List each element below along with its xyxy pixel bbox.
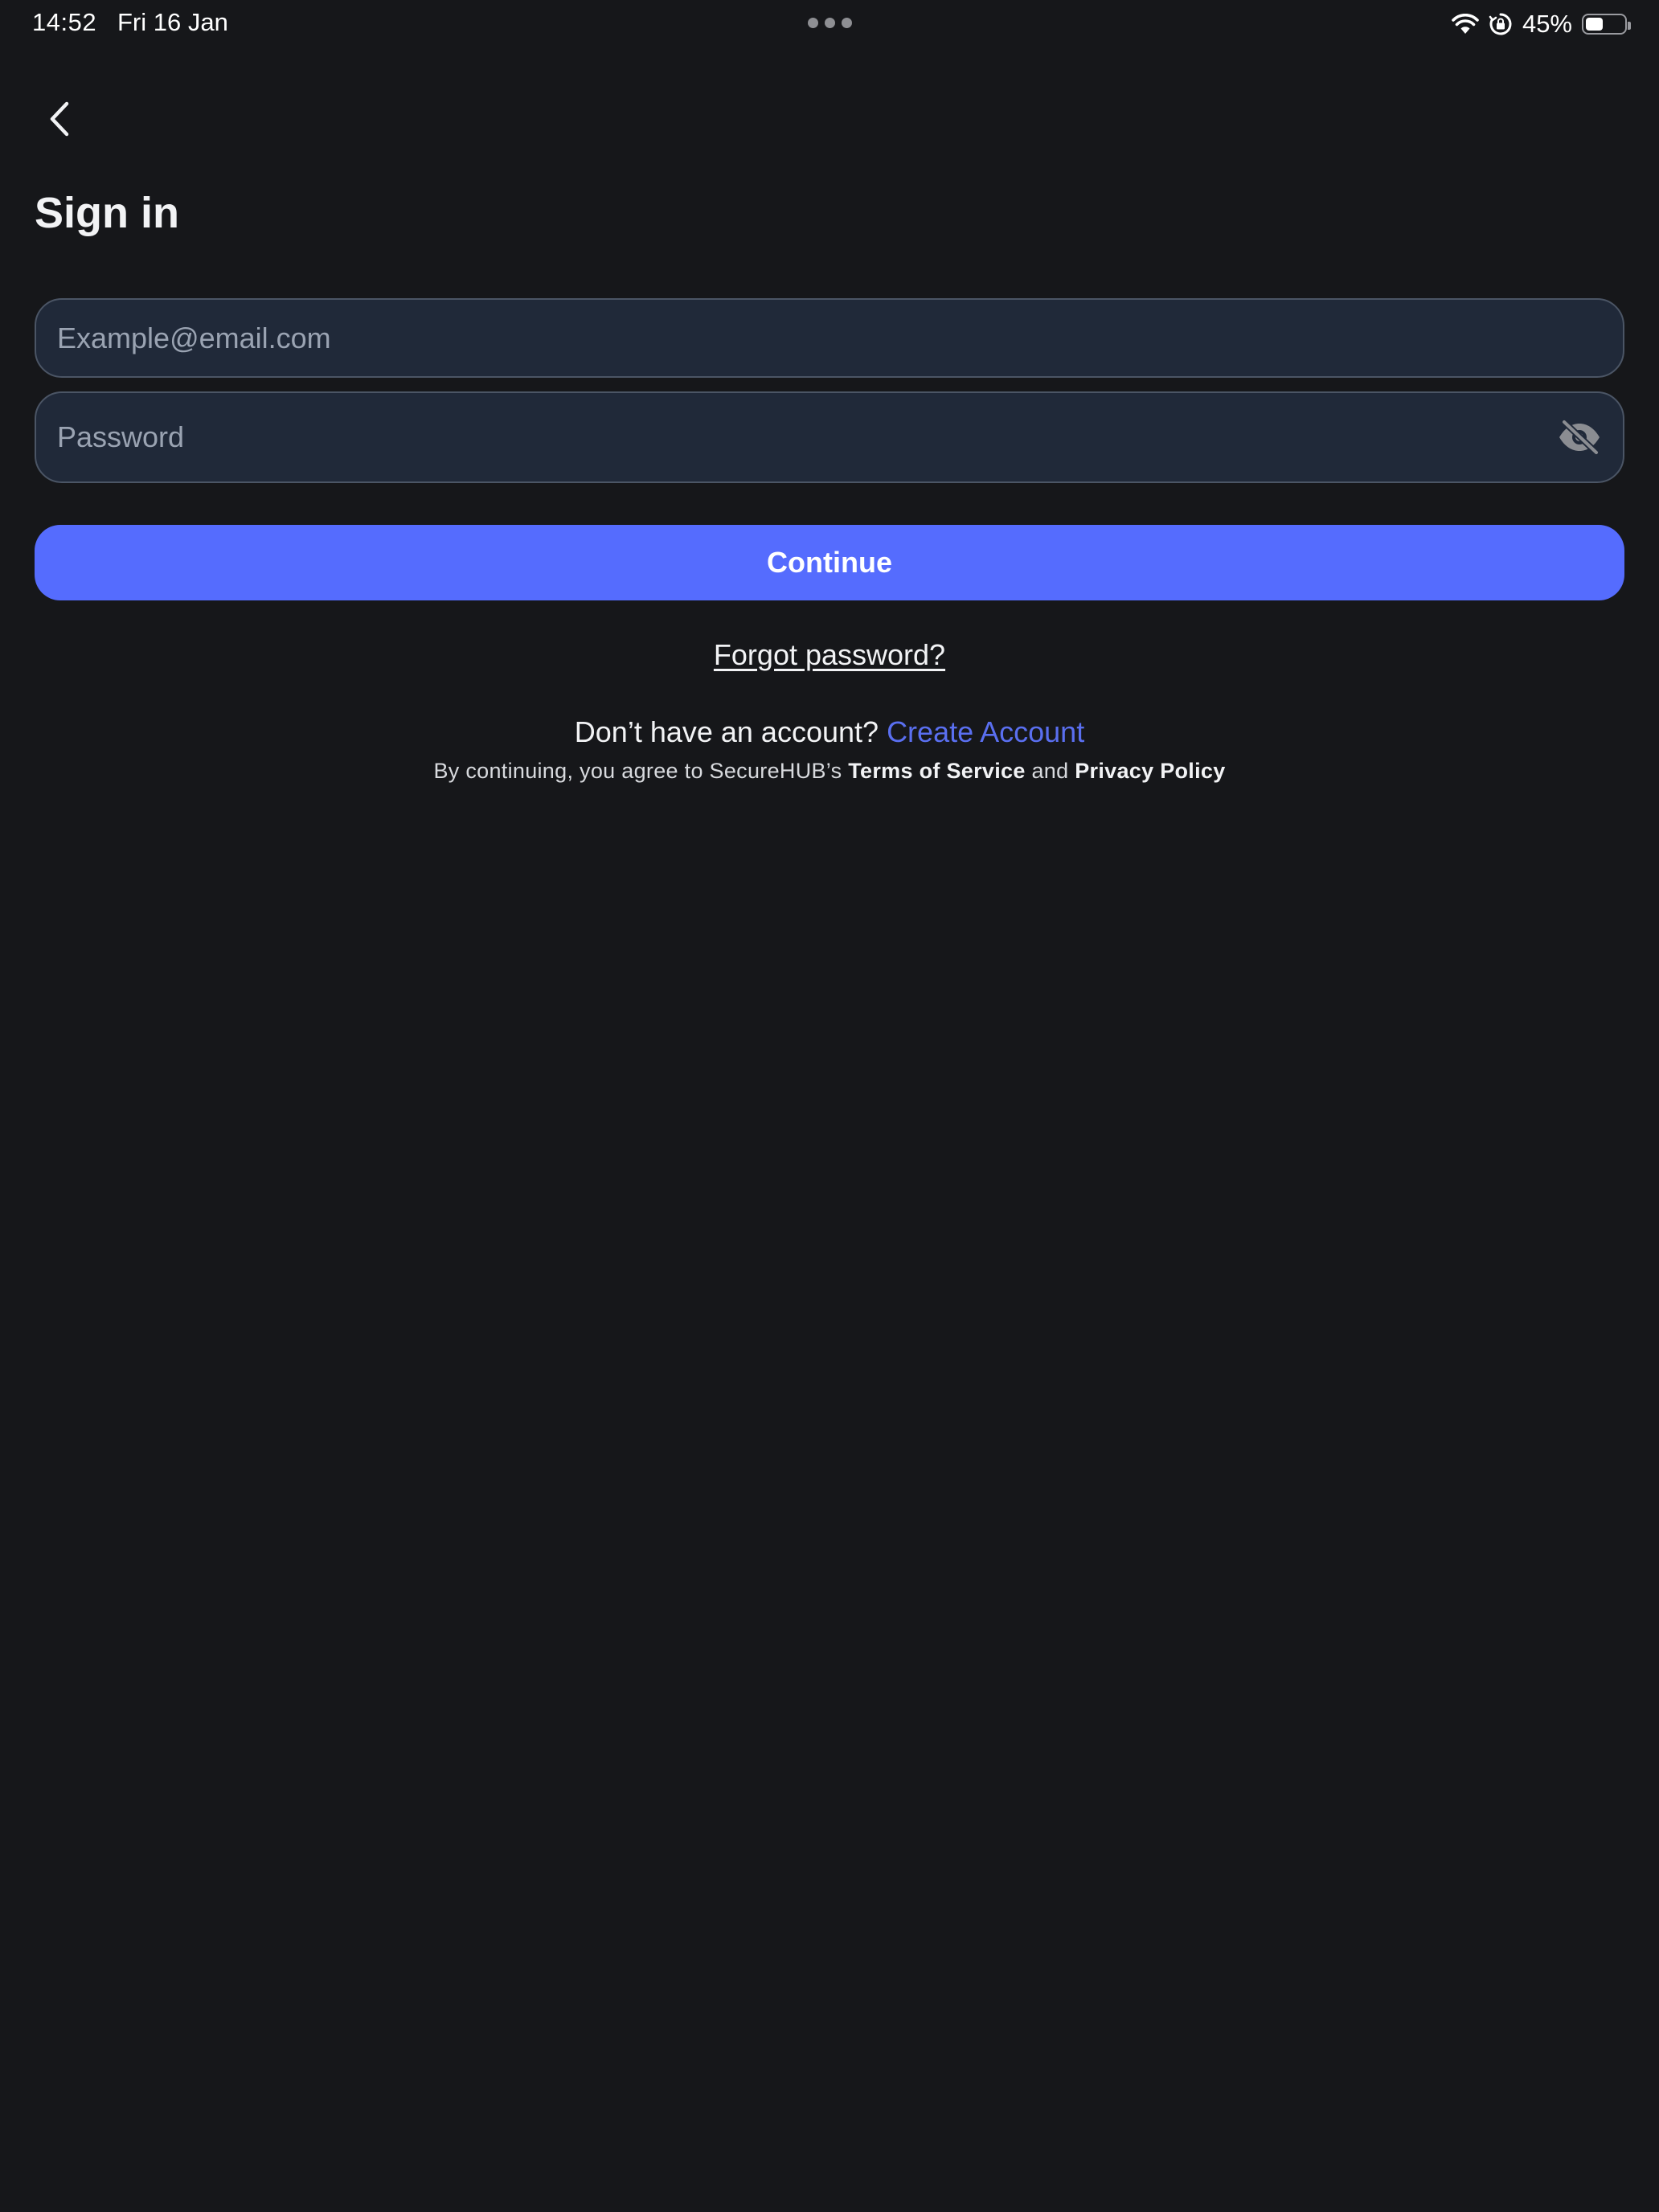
legal-notice: By continuing, you agree to SecureHUB’s …	[0, 759, 1659, 784]
continue-button[interactable]: Continue	[35, 525, 1624, 600]
forgot-password-link[interactable]: Forgot password?	[714, 638, 945, 671]
multitasking-dots-icon[interactable]	[808, 18, 852, 28]
status-indicators: 45%	[1452, 6, 1631, 42]
orientation-lock-icon	[1489, 13, 1512, 35]
no-account-text: Don’t have an account?	[574, 715, 879, 748]
eye-slash-icon	[1559, 420, 1600, 455]
legal-and: and	[1031, 759, 1069, 783]
status-time: 14:52	[32, 8, 97, 36]
status-date: Fri 16 Jan	[117, 8, 228, 36]
chevron-left-icon	[50, 101, 69, 137]
email-field[interactable]	[57, 300, 1520, 376]
terms-of-service-link[interactable]: Terms of Service	[848, 759, 1025, 783]
create-account-link[interactable]: Create Account	[887, 715, 1084, 748]
password-visibility-toggle[interactable]	[1555, 413, 1604, 461]
forgot-password-row: Forgot password?	[0, 638, 1659, 672]
page-title: Sign in	[35, 189, 179, 237]
privacy-policy-link[interactable]: Privacy Policy	[1075, 759, 1225, 783]
password-field-container[interactable]	[35, 391, 1624, 483]
battery-fill	[1586, 18, 1603, 31]
password-field[interactable]	[57, 393, 1520, 481]
legal-prefix: By continuing, you agree to SecureHUB’s	[433, 759, 842, 783]
back-button[interactable]	[35, 93, 84, 145]
battery-icon	[1582, 14, 1631, 35]
email-field-container[interactable]	[35, 298, 1624, 378]
signup-row: Don’t have an account? Create Account	[0, 715, 1659, 749]
wifi-icon	[1452, 14, 1479, 34]
status-bar: 14:52 Fri 16 Jan 45%	[0, 0, 1659, 48]
battery-percent: 45%	[1522, 10, 1572, 38]
